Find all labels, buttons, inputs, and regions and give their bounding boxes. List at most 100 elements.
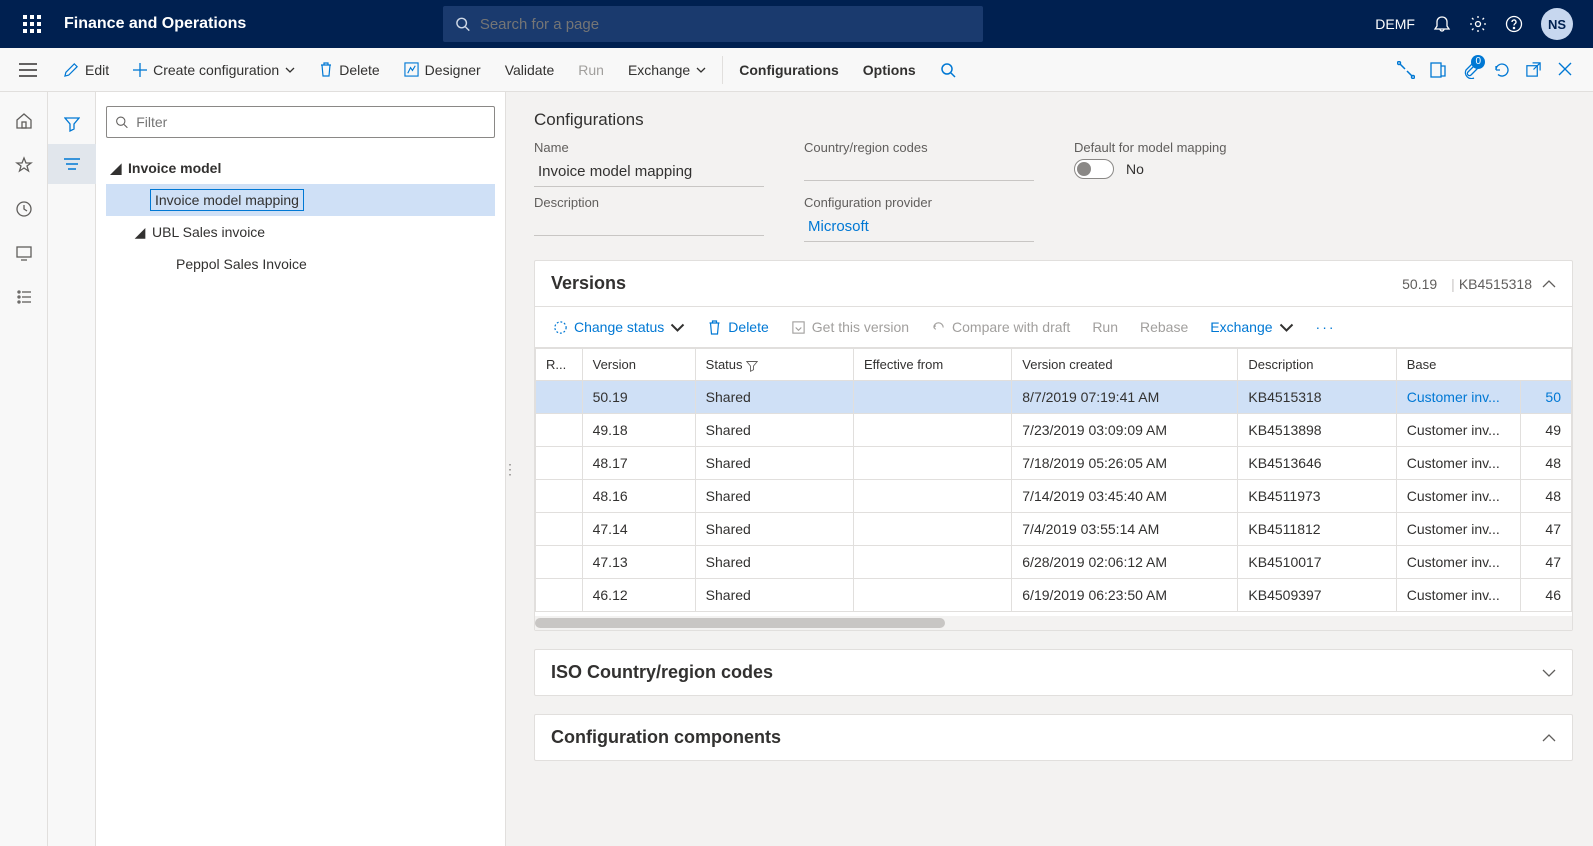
table-row[interactable]: 48.16Shared7/14/2019 03:45:40 AMKB451197… [536,480,1572,513]
col-status[interactable]: Status [695,349,853,381]
country-value[interactable] [804,159,1034,181]
product-title: Finance and Operations [64,15,246,33]
components-header[interactable]: Configuration components [535,715,1572,760]
pane-splitter[interactable]: ⋮ [506,92,514,846]
global-search-input[interactable] [480,16,971,33]
validate-button[interactable]: Validate [493,48,567,92]
user-avatar[interactable]: NS [1541,8,1573,40]
chevron-down-icon [696,67,706,73]
settings-icon[interactable] [1469,15,1487,33]
version-exchange-button[interactable]: Exchange [1202,315,1301,339]
nav-toggle-icon[interactable] [4,63,52,77]
tree-node-invoice-model[interactable]: ◢ Invoice model [106,152,495,184]
tree-node-invoice-model-mapping[interactable]: Invoice model mapping [106,184,495,216]
caret-down-icon: ◢ [106,160,126,177]
designer-label: Designer [425,62,481,78]
default-value: No [1126,161,1144,177]
versions-header[interactable]: Versions 50.19 | KB4515318 [535,261,1572,307]
tree-filter-input[interactable] [136,114,486,130]
home-icon[interactable] [15,112,33,130]
tree-node-peppol-sales-invoice[interactable]: Peppol Sales Invoice [106,248,495,280]
search-command-button[interactable] [928,48,968,92]
filter-funnel-icon[interactable] [48,104,96,144]
components-card: Configuration components [534,714,1573,761]
global-search[interactable] [443,6,983,42]
validate-label: Validate [505,62,555,78]
version-delete-label: Delete [728,319,768,335]
change-status-button[interactable]: Change status [545,315,693,339]
table-row[interactable]: 48.17Shared7/18/2019 05:26:05 AMKB451364… [536,447,1572,480]
trash-icon [707,320,722,335]
filter-icon [746,360,758,372]
col-r[interactable]: R... [536,349,583,381]
change-status-label: Change status [574,319,664,335]
rebase-label: Rebase [1140,319,1188,335]
default-toggle[interactable] [1074,159,1114,179]
download-icon [791,320,806,335]
version-run-button: Run [1084,315,1126,339]
col-version[interactable]: Version [582,349,695,381]
company-code[interactable]: DEMF [1375,16,1415,32]
name-label: Name [534,140,764,155]
provider-value[interactable]: Microsoft [804,214,1034,242]
configurations-tab[interactable]: Configurations [727,48,851,92]
table-row[interactable]: 46.12Shared6/19/2019 06:23:50 AMKB450939… [536,579,1572,612]
designer-button[interactable]: Designer [392,48,493,92]
versions-table: R... Version Status Effective from Versi… [535,348,1572,612]
table-row[interactable]: 47.14Shared7/4/2019 03:55:14 AMKB4511812… [536,513,1572,546]
table-row[interactable]: 50.19Shared8/7/2019 07:19:41 AMKB4515318… [536,381,1572,414]
search-icon [115,115,128,129]
versions-summary-version: 50.19 [1402,276,1437,292]
refresh-icon[interactable] [1493,61,1511,79]
chevron-up-icon [1542,734,1556,742]
get-version-button: Get this version [783,315,917,339]
description-value[interactable] [534,214,764,236]
exchange-button[interactable]: Exchange [616,48,718,92]
col-effective[interactable]: Effective from [853,349,1011,381]
favorites-icon[interactable] [15,156,33,174]
edit-button[interactable]: Edit [52,48,121,92]
search-icon [455,16,470,32]
popout-icon[interactable] [1525,61,1543,79]
col-created[interactable]: Version created [1012,349,1238,381]
workspace-icon[interactable] [15,244,33,262]
table-row[interactable]: 47.13Shared6/28/2019 02:06:12 AMKB451001… [536,546,1572,579]
options-tab[interactable]: Options [851,48,928,92]
related-icon[interactable] [1397,61,1415,79]
iso-title: ISO Country/region codes [551,662,1542,683]
components-title: Configuration components [551,727,1542,748]
name-value[interactable]: Invoice model mapping [534,159,764,187]
version-run-label: Run [1092,319,1118,335]
configurations-label: Configurations [739,62,839,78]
office-icon[interactable] [1429,61,1447,79]
nav-rail [0,92,48,846]
table-row[interactable]: 49.18Shared7/23/2019 03:09:09 AMKB451389… [536,414,1572,447]
attachments-badge: 0 [1471,55,1485,69]
version-delete-button[interactable]: Delete [699,315,776,339]
description-label: Description [534,195,764,210]
iso-header[interactable]: ISO Country/region codes [535,650,1572,695]
tree-pane: ◢ Invoice model Invoice model mapping ◢ … [96,92,506,846]
tree-node-ubl-sales-invoice[interactable]: ◢ UBL Sales invoice [106,216,495,248]
attachments-icon[interactable]: 0 [1461,61,1479,79]
designer-icon [404,62,419,77]
create-configuration-button[interactable]: Create configuration [121,48,307,92]
help-icon[interactable] [1505,15,1523,33]
horizontal-scrollbar[interactable] [535,616,1572,630]
more-actions-button[interactable]: ··· [1308,315,1344,339]
col-description[interactable]: Description [1238,349,1396,381]
filter-list-icon[interactable] [48,144,96,184]
tree-filter[interactable] [106,106,495,138]
plus-icon [133,63,147,77]
col-base[interactable]: Base [1396,349,1571,381]
notification-icon[interactable] [1433,15,1451,33]
modules-icon[interactable] [15,288,33,306]
chevron-up-icon [1542,280,1556,288]
recent-icon[interactable] [15,200,33,218]
tree-label: Invoice model mapping [150,189,304,211]
app-launcher-icon[interactable] [8,15,56,33]
versions-card: Versions 50.19 | KB4515318 Change status… [534,260,1573,631]
delete-button[interactable]: Delete [307,48,391,92]
pencil-icon [64,62,79,77]
close-icon[interactable] [1557,61,1575,79]
